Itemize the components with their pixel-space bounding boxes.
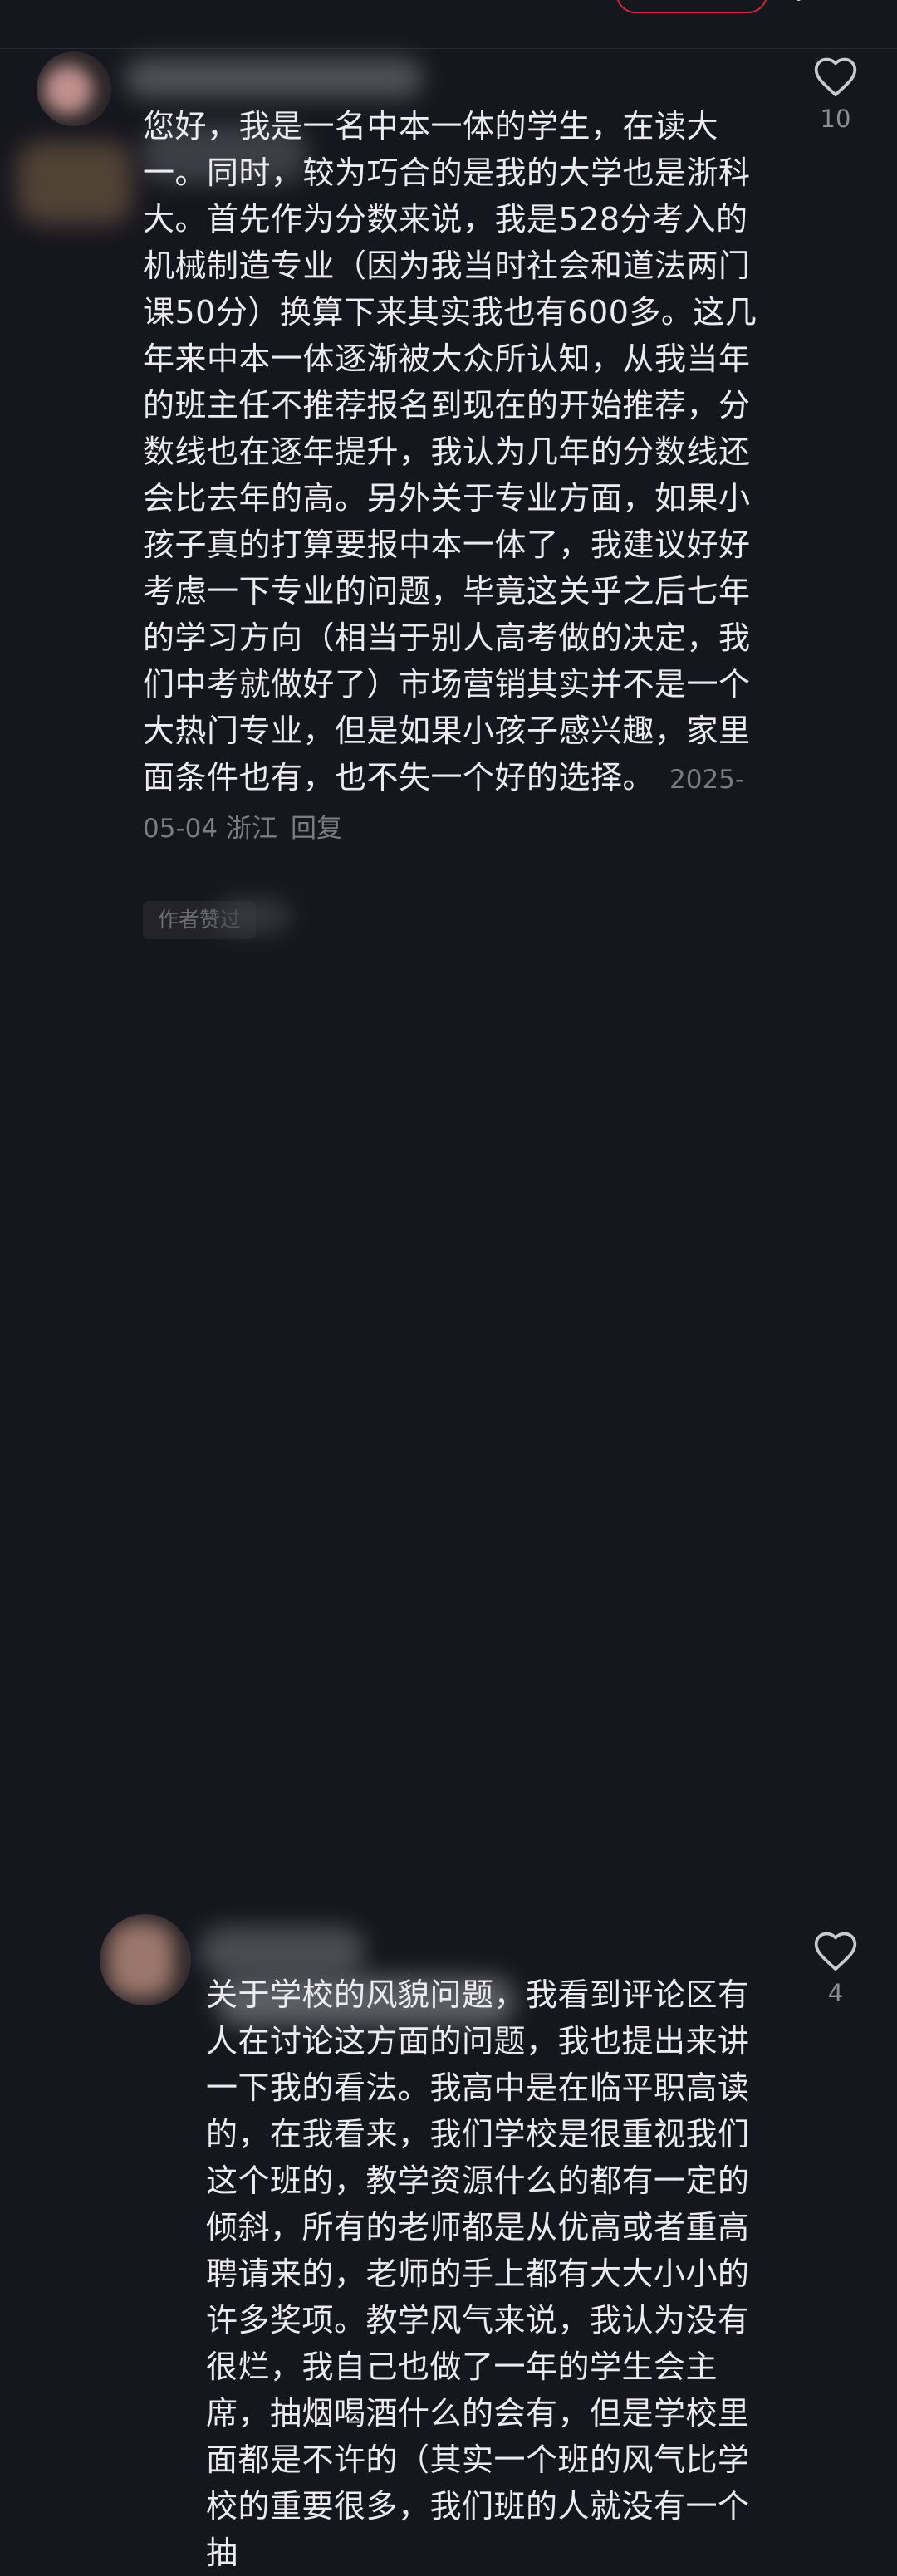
avatar[interactable] — [100, 1914, 191, 2005]
username-redacted — [125, 50, 440, 108]
avatar[interactable] — [37, 51, 111, 126]
comment-item: 关于学校的风貌问题，我看到评论区有人在讨论这方面的问题，我也提出来讲一下我的看法… — [0, 947, 897, 2571]
heart-outline-icon — [814, 1932, 857, 1971]
heart-outline-icon — [814, 57, 857, 97]
reply-button[interactable]: 回复 — [291, 814, 342, 844]
comment-item: 您好，我是一名中本一体的学生，在读大一。同时，较为巧合的是我的大学也是浙科大。首… — [0, 0, 897, 947]
like-button[interactable]: 10 — [806, 55, 865, 133]
like-button[interactable]: 4 — [806, 1929, 865, 2007]
redaction-blur — [216, 893, 299, 943]
like-count: 10 — [820, 105, 851, 133]
comment-location: 浙江 — [225, 814, 277, 844]
comment-body: 关于学校的风貌问题，我看到评论区有人在讨论这方面的问题，我也提出来讲一下我的看法… — [206, 1976, 750, 2571]
like-count: 4 — [827, 1979, 844, 2007]
comment-body: 您好，我是一名中本一体的学生，在读大一。同时，较为巧合的是我的大学也是浙科大。首… — [143, 108, 757, 844]
